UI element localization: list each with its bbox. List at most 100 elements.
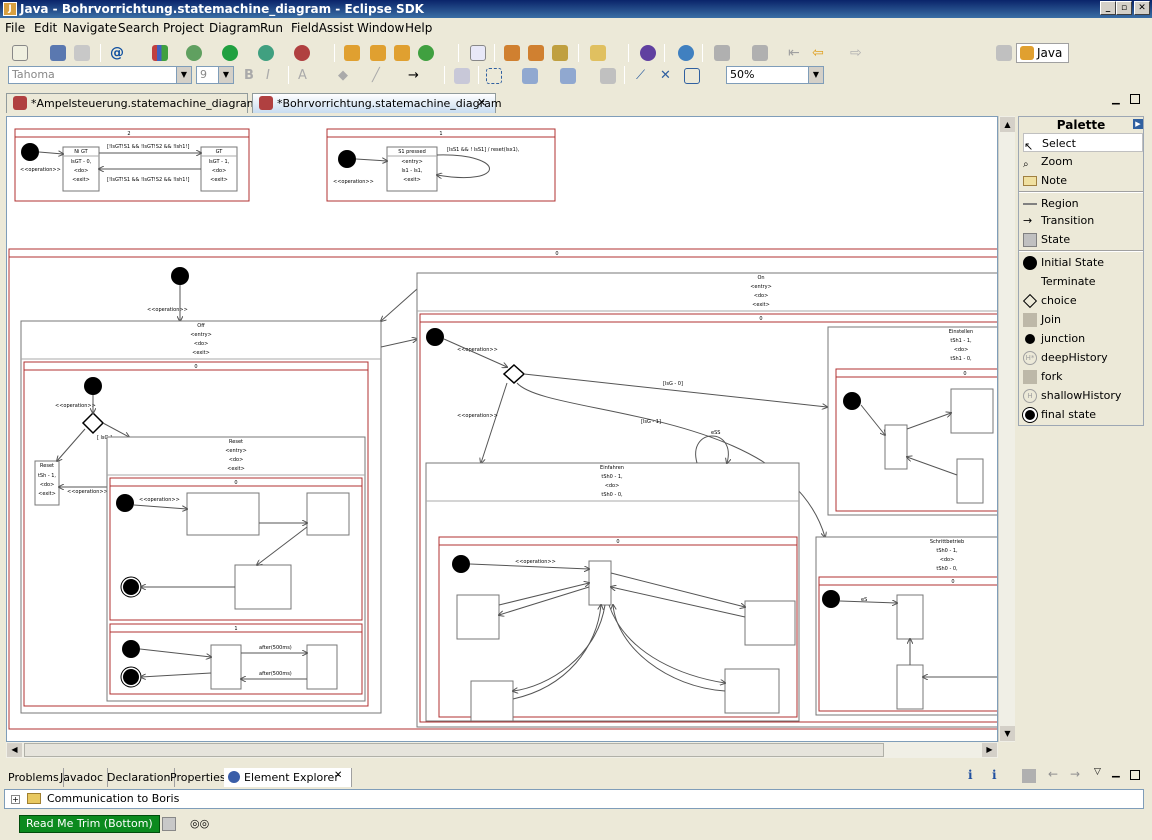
font-color-icon[interactable]: A xyxy=(298,68,314,84)
tab-ampelsteuerung[interactable]: *Ampelsteuerung.statemachine_diagram xyxy=(6,93,257,113)
size-icon[interactable] xyxy=(560,68,576,84)
close-tab-icon[interactable]: ✕ xyxy=(477,96,486,109)
chart-icon[interactable] xyxy=(152,45,168,61)
route-icon[interactable]: ⟋ xyxy=(636,68,652,84)
menu-navigate[interactable]: Navigate xyxy=(63,21,117,35)
state-z1-up[interactable] xyxy=(950,388,994,434)
state-wait[interactable] xyxy=(884,424,908,470)
next-annotation-icon[interactable] xyxy=(752,45,768,61)
line-style-icon[interactable]: → xyxy=(408,68,424,84)
state-waiting[interactable] xyxy=(588,560,612,606)
sphere-icon[interactable] xyxy=(640,45,656,61)
palette-state[interactable]: State xyxy=(1023,230,1143,249)
scroll-right-icon[interactable]: ▶ xyxy=(982,743,997,757)
forward-icon[interactable]: ⇨ xyxy=(850,45,866,61)
palette-deep-history[interactable]: H* deepHistory xyxy=(1023,348,1143,367)
palette-junction[interactable]: junction xyxy=(1023,329,1143,348)
tab-element-explorer[interactable]: Element Explorer ✕ xyxy=(224,768,352,787)
open-type-icon[interactable] xyxy=(470,45,486,61)
maximize-view-icon[interactable] xyxy=(1130,770,1140,780)
menu-diagram[interactable]: Diagram xyxy=(209,21,261,35)
palette-final-state[interactable]: final state xyxy=(1023,405,1143,424)
glasses-icon[interactable]: ◎◎ xyxy=(190,817,209,831)
state-z2-in[interactable] xyxy=(744,600,796,646)
annotation-icon[interactable] xyxy=(714,45,730,61)
read-me-trim[interactable]: Read Me Trim (Bottom) xyxy=(19,815,160,833)
close-explorer-icon[interactable]: ✕ xyxy=(334,770,342,781)
initial-state-main[interactable] xyxy=(171,267,189,285)
palette-fork[interactable]: fork xyxy=(1023,367,1143,386)
close-window-button[interactable]: ✕ xyxy=(1134,1,1150,15)
select-all-icon[interactable] xyxy=(454,68,470,84)
initial-state-reset-r1[interactable] xyxy=(122,640,140,658)
save-icon[interactable] xyxy=(50,45,66,61)
initial-state-r1[interactable] xyxy=(338,150,356,168)
minimize-button[interactable]: _ xyxy=(1100,1,1116,15)
menu-run[interactable]: Run xyxy=(260,21,283,35)
scroll-down-icon[interactable]: ▼ xyxy=(1000,726,1015,741)
new-project-icon[interactable] xyxy=(344,45,360,61)
arrange-icon[interactable] xyxy=(486,68,502,84)
palette-initial-state[interactable]: Initial State xyxy=(1023,253,1143,272)
state-z1-step-up[interactable] xyxy=(896,594,924,640)
tab-declaration[interactable]: Declaration xyxy=(103,768,176,787)
final-state-reset[interactable] xyxy=(121,577,141,597)
initial-state-schritt[interactable] xyxy=(822,590,840,608)
at-sign-icon[interactable]: @ xyxy=(110,45,126,61)
java-perspective-button[interactable]: Java xyxy=(1016,43,1070,63)
forward-nav-icon[interactable]: → xyxy=(1070,767,1080,781)
globe-icon[interactable] xyxy=(678,45,694,61)
state-blink-a[interactable] xyxy=(210,644,242,690)
menu-window[interactable]: Window xyxy=(357,21,404,35)
state-z1[interactable] xyxy=(234,564,292,610)
info-icon[interactable]: i xyxy=(992,768,997,782)
zoom-combo[interactable]: 50% ▼ xyxy=(726,66,824,84)
palette-note[interactable]: Note xyxy=(1023,171,1143,190)
pen-icon[interactable] xyxy=(552,45,568,61)
align-icon[interactable] xyxy=(522,68,538,84)
open-perspective-icon[interactable] xyxy=(996,45,1012,61)
run-icon[interactable] xyxy=(222,45,238,61)
new-package-icon[interactable] xyxy=(370,45,386,61)
canvas-vertical-scrollbar[interactable]: ▲ ▼ xyxy=(998,116,1015,742)
palette-zoom[interactable]: ⌕ Zoom xyxy=(1023,152,1143,171)
state-s1-pressed[interactable]: S1 pressed <entry> ls1 - ls1, <exit> xyxy=(386,146,438,192)
initial-state-reset[interactable] xyxy=(116,494,134,512)
fast-view-icon[interactable] xyxy=(162,817,176,831)
palette-transition[interactable]: → Transition xyxy=(1023,211,1143,230)
external-tools-icon[interactable] xyxy=(294,45,310,61)
state-gt[interactable]: GT lsGT - 1, <do> <exit> xyxy=(200,146,238,192)
state-z1-step-down[interactable] xyxy=(896,664,924,710)
folder-icon[interactable] xyxy=(590,45,606,61)
state-z1-out[interactable] xyxy=(470,680,514,722)
search-icon[interactable] xyxy=(528,45,544,61)
zoom-fit-icon[interactable] xyxy=(600,68,616,84)
menu-fieldassist[interactable]: FieldAssist xyxy=(291,21,354,35)
info-icon[interactable]: i xyxy=(968,768,973,782)
crossing-icon[interactable]: ✕ xyxy=(660,68,676,84)
state-z2-out[interactable] xyxy=(724,668,780,714)
palette-join[interactable]: Join xyxy=(1023,310,1143,329)
menu-search[interactable]: Search xyxy=(118,21,159,35)
back-icon[interactable]: ⇦ xyxy=(812,45,828,61)
italic-icon[interactable]: I xyxy=(266,68,282,84)
grid-icon[interactable] xyxy=(684,68,700,84)
state-reset-left[interactable]: Reset tSh - 1, <do> <exit> xyxy=(34,460,60,506)
menu-project[interactable]: Project xyxy=(163,21,204,35)
tab-problems[interactable]: Problems xyxy=(4,768,64,787)
back-nav-icon[interactable]: ← xyxy=(1048,767,1058,781)
print-icon[interactable] xyxy=(74,45,90,61)
state-h1-off[interactable] xyxy=(306,492,350,536)
palette-shallow-history[interactable]: HshallowHistory xyxy=(1023,386,1143,405)
last-edit-icon[interactable]: ⇤ xyxy=(788,45,804,61)
palette-select[interactable]: ↖ Select xyxy=(1023,133,1143,153)
palette-choice[interactable]: choice xyxy=(1022,291,1143,310)
menu-file[interactable]: File xyxy=(5,21,25,35)
tab-javadoc[interactable]: Javadoc xyxy=(56,768,108,787)
bold-icon[interactable]: B xyxy=(244,68,260,84)
run-external-icon[interactable] xyxy=(258,45,274,61)
palette-terminate[interactable]: Terminate xyxy=(1023,272,1143,291)
tab-properties[interactable]: Properties xyxy=(166,768,231,787)
minimize-editor-icon[interactable]: ▁ xyxy=(1112,94,1120,105)
initial-state-off[interactable] xyxy=(84,377,102,395)
